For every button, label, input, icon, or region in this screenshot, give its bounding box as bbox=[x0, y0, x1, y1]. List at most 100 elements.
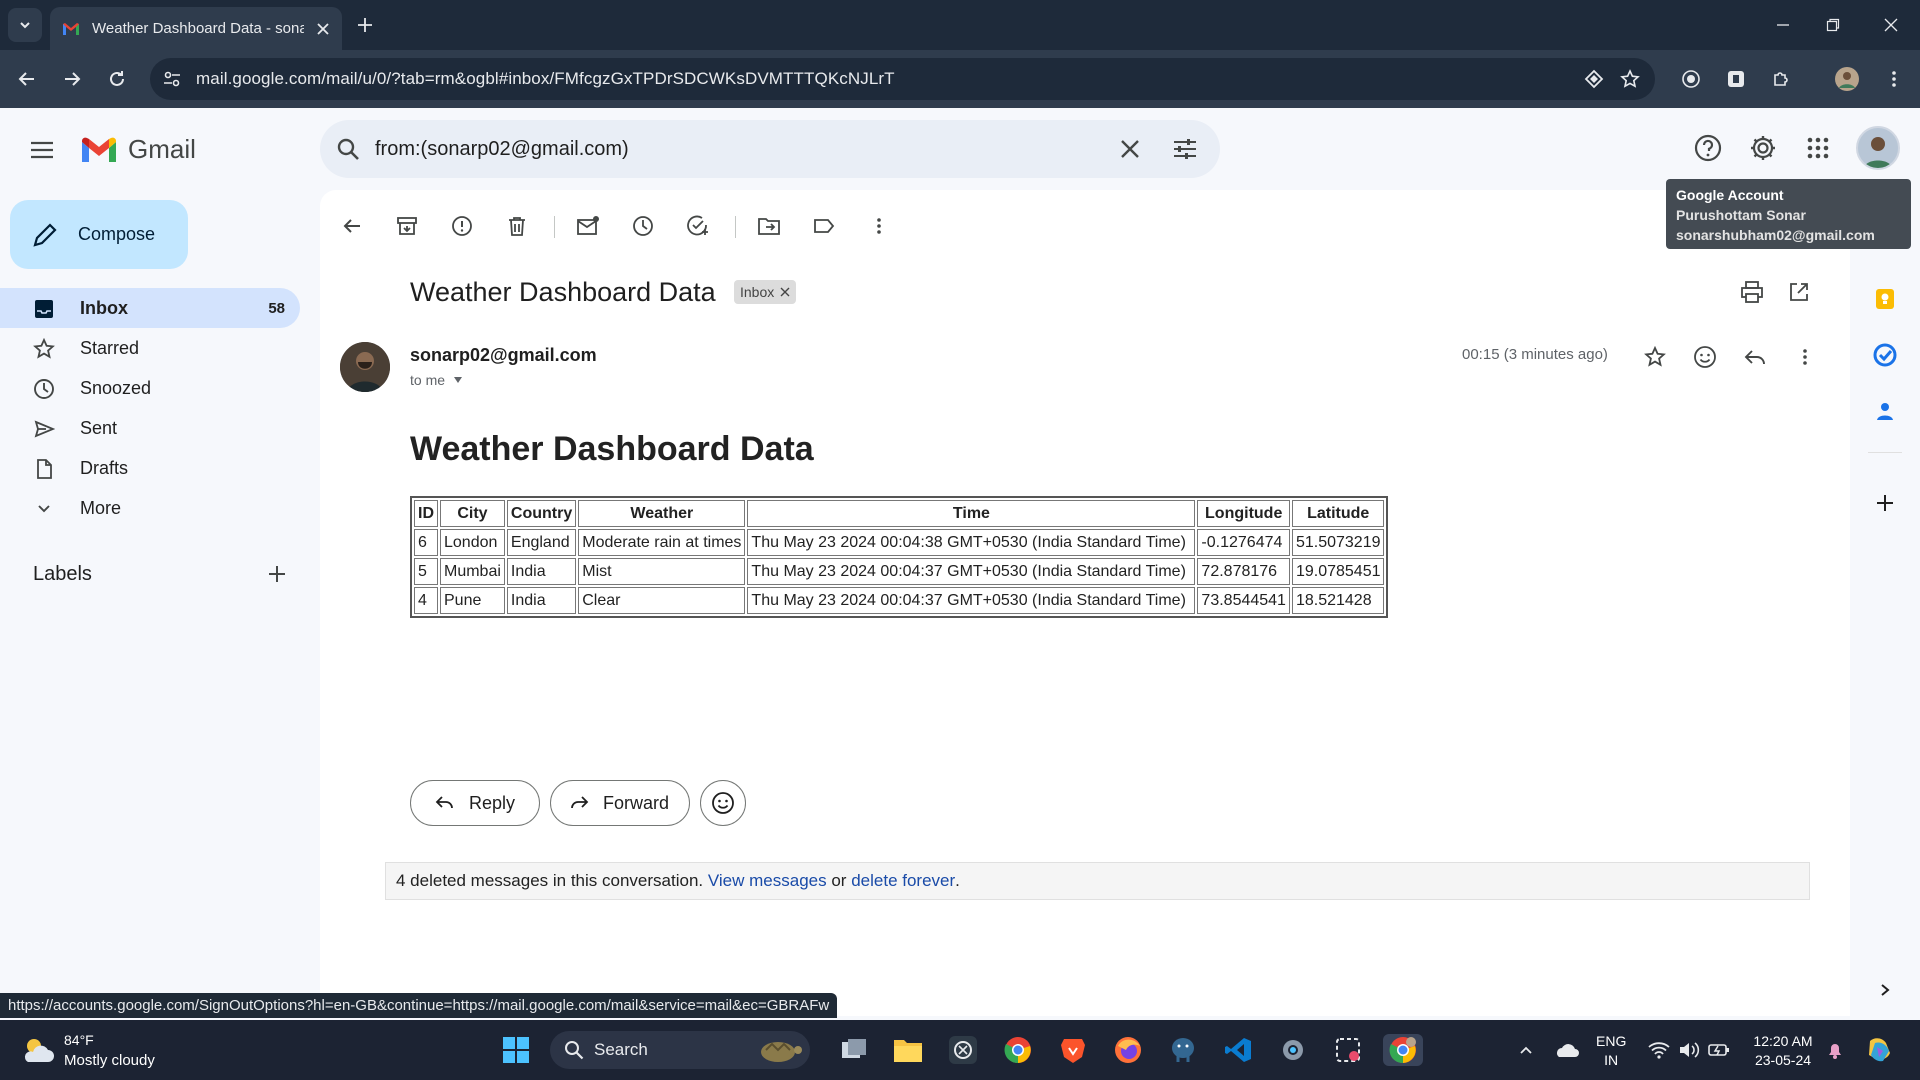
snooze-button[interactable] bbox=[629, 212, 657, 240]
clock-date: 23-05-24 bbox=[1754, 1052, 1812, 1068]
emoji-reaction-button[interactable] bbox=[700, 780, 746, 826]
contacts-app-button[interactable] bbox=[1872, 398, 1898, 424]
recipient-details[interactable]: to me bbox=[410, 372, 463, 388]
new-tab-button[interactable] bbox=[352, 12, 378, 38]
print-all-button[interactable] bbox=[1738, 278, 1766, 306]
hide-side-panel-button[interactable] bbox=[1872, 977, 1898, 1003]
lens-icon[interactable] bbox=[1582, 67, 1606, 91]
sidebar-item-more[interactable]: More bbox=[0, 488, 300, 528]
weather-cloudy-icon[interactable] bbox=[20, 1034, 56, 1066]
onedrive-button[interactable] bbox=[1550, 1034, 1582, 1066]
file-explorer-app[interactable] bbox=[892, 1034, 924, 1066]
restore-button[interactable] bbox=[1820, 12, 1846, 38]
more-actions-button[interactable] bbox=[865, 212, 893, 240]
snipping-tool-app[interactable] bbox=[1332, 1034, 1364, 1066]
vscode-app[interactable] bbox=[1222, 1034, 1254, 1066]
clock-time: 12:20 AM bbox=[1753, 1033, 1813, 1049]
sidebar-item-inbox[interactable]: Inbox 58 bbox=[0, 288, 300, 328]
chrome-app[interactable] bbox=[1002, 1034, 1034, 1066]
move-to-button[interactable] bbox=[755, 212, 783, 240]
search-icon[interactable] bbox=[336, 137, 360, 161]
view-messages-link[interactable]: View messages bbox=[708, 871, 827, 891]
add-to-tasks-button[interactable] bbox=[684, 212, 712, 240]
wifi-status[interactable] bbox=[1646, 1034, 1672, 1066]
sender-avatar[interactable] bbox=[340, 342, 390, 392]
google-account-avatar[interactable] bbox=[1856, 126, 1900, 170]
support-button[interactable] bbox=[1692, 132, 1724, 164]
profile-button[interactable] bbox=[1833, 65, 1861, 93]
back-button[interactable] bbox=[13, 65, 41, 93]
table-row: 5 Mumbai India Mist Thu May 23 2024 00:0… bbox=[414, 558, 1385, 585]
report-spam-button[interactable] bbox=[448, 212, 476, 240]
extension-button-1[interactable] bbox=[1677, 65, 1705, 93]
keep-app-button[interactable] bbox=[1872, 286, 1898, 312]
sender-email[interactable]: sonarp02@gmail.com bbox=[410, 345, 597, 366]
sidebar-item-drafts[interactable]: Drafts bbox=[0, 448, 300, 488]
open-new-window-button[interactable] bbox=[1785, 278, 1813, 306]
weather-temperature[interactable]: 84°F bbox=[64, 1032, 94, 1048]
sidebar-item-snoozed[interactable]: Snoozed bbox=[0, 368, 300, 408]
extensions-button[interactable] bbox=[1767, 65, 1795, 93]
site-info-icon[interactable] bbox=[162, 69, 182, 89]
sidebar-item-label: Snoozed bbox=[80, 377, 152, 398]
remove-label-icon[interactable] bbox=[780, 287, 790, 297]
firefox-app[interactable] bbox=[1112, 1034, 1144, 1066]
message-more-button[interactable] bbox=[1790, 342, 1820, 372]
weather-description[interactable]: Mostly cloudy bbox=[64, 1052, 155, 1069]
star-message-button[interactable] bbox=[1640, 342, 1670, 372]
delete-button[interactable] bbox=[503, 212, 531, 240]
tasks-app-button[interactable] bbox=[1872, 342, 1898, 368]
notifications-button[interactable] bbox=[1822, 1034, 1848, 1066]
google-apps-button[interactable] bbox=[1802, 132, 1834, 164]
search-bar[interactable]: from:(sonarp02@gmail.com) bbox=[320, 120, 1220, 178]
gmail-logo[interactable]: Gmail bbox=[80, 134, 196, 165]
task-view-button[interactable] bbox=[838, 1034, 870, 1066]
delete-forever-link[interactable]: delete forever bbox=[851, 871, 955, 891]
reply-quick-button[interactable] bbox=[1740, 342, 1770, 372]
forward-button[interactable]: Forward bbox=[550, 780, 690, 826]
show-hidden-icons-button[interactable] bbox=[1510, 1034, 1542, 1066]
taskbar-search[interactable]: Search bbox=[550, 1031, 810, 1069]
volume-status[interactable] bbox=[1676, 1034, 1702, 1066]
archive-button[interactable] bbox=[393, 212, 421, 240]
create-label-button[interactable] bbox=[266, 563, 288, 585]
reply-button[interactable]: Reply bbox=[410, 780, 540, 826]
labels-button[interactable] bbox=[810, 212, 838, 240]
compose-button[interactable]: Compose bbox=[10, 200, 188, 269]
sidebar-item-starred[interactable]: Starred bbox=[0, 328, 300, 368]
browser-tab-active[interactable]: Weather Dashboard Data - sonarp02@gmail.… bbox=[50, 7, 342, 50]
reload-button[interactable] bbox=[103, 65, 131, 93]
bookmark-star-icon[interactable] bbox=[1618, 67, 1642, 91]
system-clock[interactable]: 12:20 AM 23-05-24 bbox=[1748, 1032, 1818, 1070]
chrome-app-active[interactable] bbox=[1383, 1034, 1423, 1066]
start-button[interactable] bbox=[500, 1034, 532, 1066]
keep-icon bbox=[1876, 289, 1894, 309]
address-bar[interactable]: mail.google.com/mail/u/0/?tab=rm&ogbl#in… bbox=[150, 58, 1655, 100]
forward-button[interactable] bbox=[58, 65, 86, 93]
brave-app[interactable] bbox=[1057, 1034, 1089, 1066]
sidebar-item-sent[interactable]: Sent bbox=[0, 408, 300, 448]
get-addons-button[interactable] bbox=[1872, 490, 1898, 516]
postgresql-app[interactable] bbox=[1167, 1034, 1199, 1066]
main-menu-button[interactable] bbox=[30, 140, 54, 160]
search-input[interactable]: from:(sonarp02@gmail.com) bbox=[375, 138, 629, 161]
clear-search-icon[interactable] bbox=[1118, 137, 1142, 161]
back-to-inbox-button[interactable] bbox=[338, 212, 366, 240]
browser-menu-button[interactable] bbox=[1880, 65, 1908, 93]
table-cell: Thu May 23 2024 00:04:37 GMT+0530 (India… bbox=[747, 587, 1196, 614]
search-options-icon[interactable] bbox=[1172, 137, 1198, 161]
tab-close-icon[interactable] bbox=[316, 22, 330, 36]
minimize-button[interactable] bbox=[1770, 12, 1796, 38]
settings-app[interactable] bbox=[1277, 1034, 1309, 1066]
settings-button[interactable] bbox=[1747, 132, 1779, 164]
battery-status[interactable] bbox=[1706, 1034, 1732, 1066]
copilot-button[interactable] bbox=[1864, 1034, 1896, 1066]
extension-button-2[interactable] bbox=[1722, 65, 1750, 93]
close-window-button[interactable] bbox=[1878, 12, 1904, 38]
tab-search-button[interactable] bbox=[8, 8, 42, 42]
inbox-label-badge[interactable]: Inbox bbox=[734, 280, 797, 304]
chatgpt-app[interactable] bbox=[947, 1034, 979, 1066]
add-reaction-button[interactable] bbox=[1690, 342, 1720, 372]
mark-unread-button[interactable] bbox=[574, 212, 602, 240]
input-language-indicator[interactable]: ENG IN bbox=[1596, 1032, 1626, 1070]
